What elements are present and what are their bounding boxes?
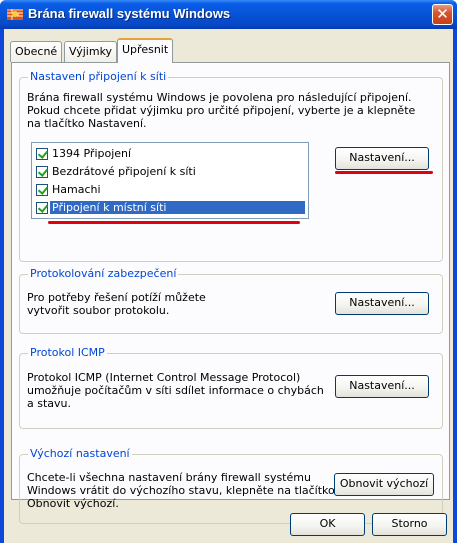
list-item-label: Hamachi <box>52 183 101 196</box>
list-item-hamachi[interactable]: Hamachi <box>33 182 307 198</box>
icmp-group-title: Protokol ICMP <box>28 346 107 359</box>
list-item-wireless[interactable]: Bezdrátové připojení k síti <box>33 164 307 180</box>
firewall-icon <box>7 9 23 20</box>
checkbox-wireless[interactable] <box>36 166 48 178</box>
list-item-label: Připojení k místní síti <box>50 201 305 214</box>
connections-listbox[interactable]: 1394 Připojení Bezdrátové připojení k sí… <box>31 142 309 219</box>
list-item-label: 1394 Připojení <box>52 147 132 160</box>
tab-panel-upresnit: Nastavení připojení k síti Brána firewal… <box>11 62 450 524</box>
list-item-1394[interactable]: 1394 Připojení <box>33 146 307 162</box>
red-underline-annotation <box>335 171 433 174</box>
connections-description: Brána firewall systému Windows je povole… <box>27 91 416 130</box>
cancel-button[interactable]: Storno <box>372 513 447 536</box>
logging-description: Pro potřeby řešení potíží můžete vytvoři… <box>27 291 206 317</box>
title-bar[interactable]: Brána firewall systému Windows ✕ <box>0 0 457 29</box>
connections-group-title: Nastavení připojení k síti <box>28 70 169 83</box>
checkbox-1394[interactable] <box>36 148 48 160</box>
checkbox-local-network[interactable] <box>36 202 48 214</box>
logging-settings-button[interactable]: Nastavení... <box>335 292 429 315</box>
dialog-client-area: Obecné Výjimky Upřesnit Nastavení připoj… <box>4 29 453 543</box>
window-title: Brána firewall systému Windows <box>28 6 231 21</box>
close-button[interactable]: ✕ <box>432 4 453 25</box>
firewall-dialog: Brána firewall systému Windows ✕ Obecné … <box>0 0 457 543</box>
list-item-label: Bezdrátové připojení k síti <box>52 165 196 178</box>
tab-obecne[interactable]: Obecné <box>10 41 63 62</box>
tab-vyjimky[interactable]: Výjimky <box>64 41 118 62</box>
icmp-description: Protokol ICMP (Internet Control Message … <box>27 371 324 410</box>
icmp-settings-button[interactable]: Nastavení... <box>335 375 429 398</box>
checkbox-hamachi[interactable] <box>36 184 48 196</box>
defaults-description: Chcete-li všechna nastavení brány firewa… <box>27 471 335 510</box>
tab-upresnit[interactable]: Upřesnit <box>117 38 174 63</box>
ok-button[interactable]: OK <box>290 513 365 536</box>
restore-defaults-button[interactable]: Obnovit výchozí <box>334 473 434 496</box>
defaults-group-title: Výchozí nastavení <box>28 447 132 460</box>
list-item-local-network[interactable]: Připojení k místní síti <box>33 200 307 216</box>
connections-settings-button[interactable]: Nastavení... <box>335 147 429 170</box>
logging-group-title: Protokolování zabezpečení <box>28 267 179 280</box>
red-underline-annotation <box>48 221 300 224</box>
